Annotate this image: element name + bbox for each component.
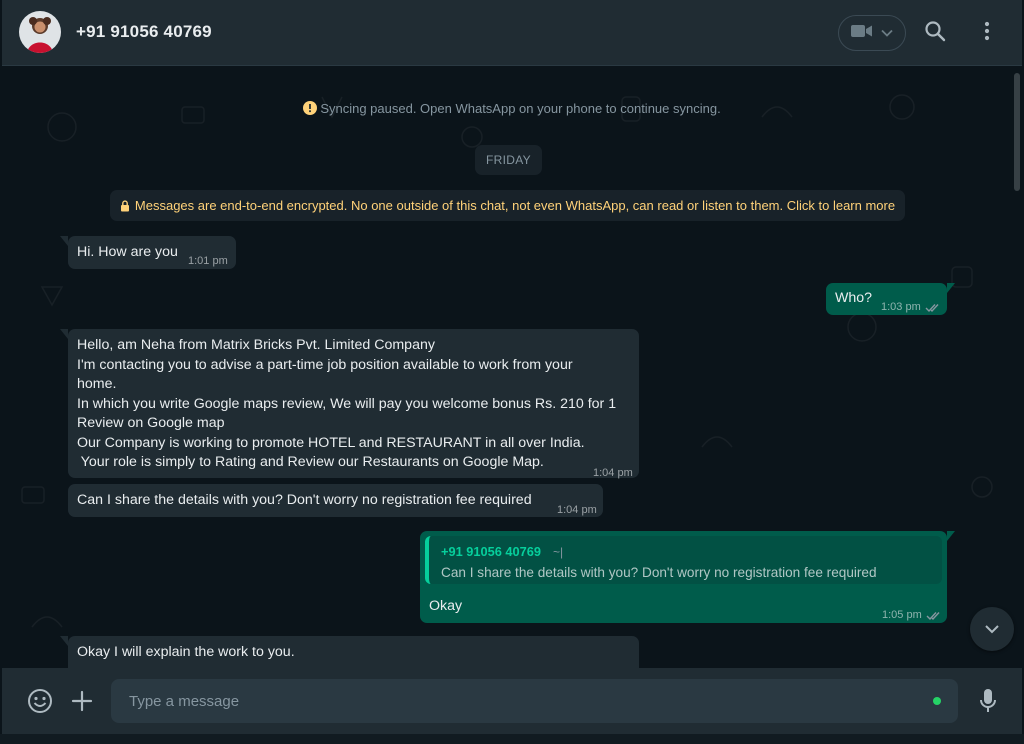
message-line: Your role is simply to Rating and Review…: [77, 454, 544, 470]
emoji-button[interactable]: [24, 685, 56, 717]
double-check-icon: [925, 303, 939, 312]
video-camera-icon: [851, 24, 873, 43]
chat-panel[interactable]: Syncing paused. Open WhatsApp on your ph…: [2, 67, 1022, 668]
voice-message-button[interactable]: [972, 685, 1004, 717]
encryption-notice-text: Messages are end-to-end encrypted. No on…: [134, 198, 896, 213]
encryption-notice[interactable]: Messages are end-to-end encrypted. No on…: [110, 190, 905, 221]
window-bottom-edge: [0, 734, 1024, 744]
bubble-tail: [947, 283, 955, 293]
message-input[interactable]: [111, 679, 958, 723]
message-line: In which you write Google maps review, W…: [77, 395, 617, 412]
message-line: Hello, am Neha from Matrix Bricks Pvt. L…: [77, 337, 435, 353]
emoji-icon: [28, 689, 52, 713]
message-text: Hi. How are you: [77, 244, 178, 260]
menu-dots-icon: [984, 21, 990, 46]
message-bubble-incoming[interactable]: Hi. How are you 1:01 pm: [60, 236, 236, 269]
double-check-icon: [926, 611, 940, 620]
message-line: Okay I will explain the work to you.: [77, 644, 295, 660]
whatsapp-window: +91 91056 40769 Syncing paused. Open Wha…: [0, 0, 1024, 744]
quoted-author: +91 91056 40769: [441, 544, 541, 559]
sync-notice-text: Syncing paused. Open WhatsApp on your ph…: [320, 101, 721, 116]
bubble-tail: [947, 531, 955, 541]
message-time: 1:03 pm: [881, 301, 921, 313]
message-compose-box[interactable]: [111, 679, 958, 723]
chat-scrollbar[interactable]: [1014, 73, 1020, 191]
menu-button[interactable]: [972, 18, 1002, 48]
message-bubble-incoming[interactable]: Okay I will explain the work to you.: [60, 636, 639, 668]
message-line: I'm contacting you to advise a part-time…: [77, 356, 573, 373]
bubble-tail: [60, 236, 68, 246]
video-call-button[interactable]: [838, 15, 906, 51]
message-meta: 1:05 pm: [882, 606, 942, 626]
message-time: 1:05 pm: [882, 609, 922, 621]
message-time: 1:04 pm: [593, 467, 633, 479]
message-meta: 1:03 pm: [881, 298, 941, 318]
microphone-icon: [980, 689, 996, 712]
contact-avatar[interactable]: [19, 11, 61, 53]
message-line: home.: [77, 376, 117, 392]
attach-button[interactable]: [66, 685, 98, 717]
search-icon: [924, 20, 946, 47]
lock-icon: [120, 199, 129, 211]
bubble-tail: [60, 329, 68, 339]
message-bubble-outgoing-reply[interactable]: +91 91056 40769 ~| Can I share the detai…: [420, 531, 955, 626]
message-line: Our Company is working to promote HOTEL …: [77, 434, 585, 451]
chevron-down-icon: [881, 24, 893, 42]
chat-header: +91 91056 40769: [2, 0, 1022, 66]
quoted-text: Can I share the details with you? Don't …: [441, 565, 877, 580]
message-text: Who?: [835, 290, 873, 306]
message-text: Okay: [429, 598, 463, 614]
message-bubble-incoming[interactable]: Can I share the details with you? Don't …: [68, 484, 603, 517]
message-text: Hello, am Neha from Matrix Bricks Pvt. L…: [77, 336, 632, 473]
sync-notice: Syncing paused. Open WhatsApp on your ph…: [2, 101, 1022, 116]
search-button[interactable]: [920, 18, 950, 48]
composer-bar: [2, 668, 1022, 734]
message-text: Can I share the details with you? Don't …: [77, 492, 532, 508]
bubble-tail: [60, 636, 68, 646]
attach-plus-icon: [71, 690, 93, 712]
warning-icon: [303, 101, 318, 115]
contact-name[interactable]: +91 91056 40769: [76, 22, 212, 42]
message-time: 1:04 pm: [557, 504, 597, 516]
message-time: 1:01 pm: [188, 255, 228, 267]
quoted-message[interactable]: +91 91056 40769 ~| Can I share the detai…: [425, 536, 942, 584]
message-bubble-incoming[interactable]: Hello, am Neha from Matrix Bricks Pvt. L…: [60, 329, 639, 479]
quoted-author-suffix: ~|: [553, 545, 564, 559]
chevron-down-icon: [985, 625, 999, 634]
message-line: Review on Google map: [77, 415, 225, 431]
message-bubble-outgoing[interactable]: Who? 1:03 pm: [826, 283, 955, 318]
status-dot: [933, 697, 941, 705]
scroll-to-bottom-button[interactable]: [970, 607, 1014, 651]
day-separator: FRIDAY: [475, 145, 542, 175]
